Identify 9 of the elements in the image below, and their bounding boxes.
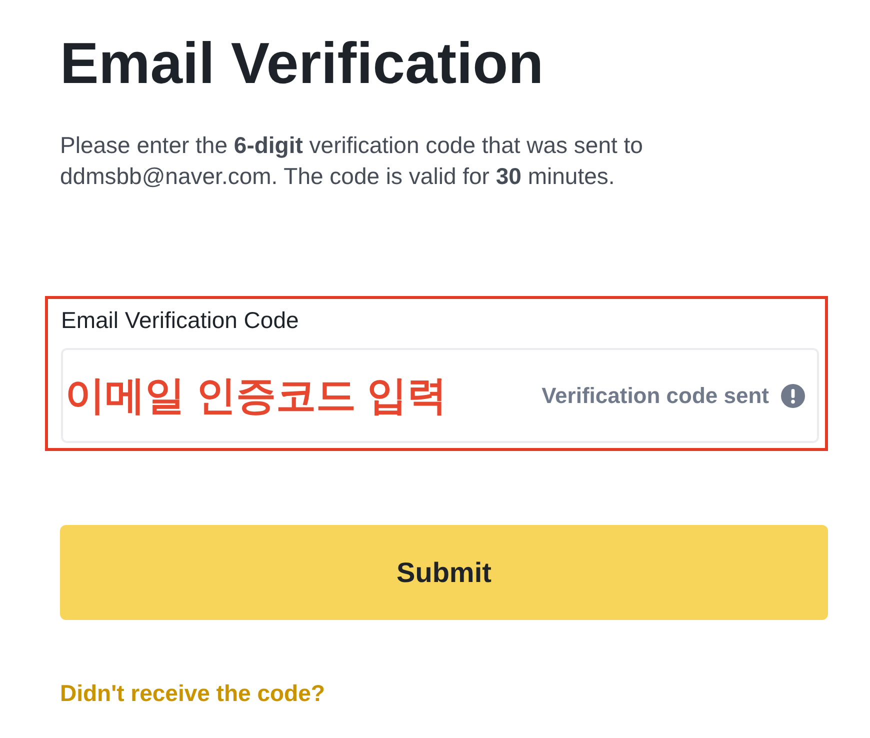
annotation-text: 이메일 인증코드 입력	[65, 372, 448, 420]
instruction-text: Please enter the 6-digit verification code that was sent to ddmsbb@naver.com. The code is valid for 30 minutes.	[60, 131, 644, 191]
alert-icon	[781, 384, 805, 408]
status-text: Verification code sent	[542, 382, 769, 410]
submit-button[interactable]: Submit	[60, 525, 828, 620]
resend-link[interactable]: Didn't receive the code?	[60, 676, 325, 710]
page-title: Email Verification	[60, 30, 544, 98]
code-field[interactable]: 이메일 인증코드 입력 Verification code sent	[61, 348, 819, 443]
field-label: Email Verification Code	[61, 306, 299, 335]
